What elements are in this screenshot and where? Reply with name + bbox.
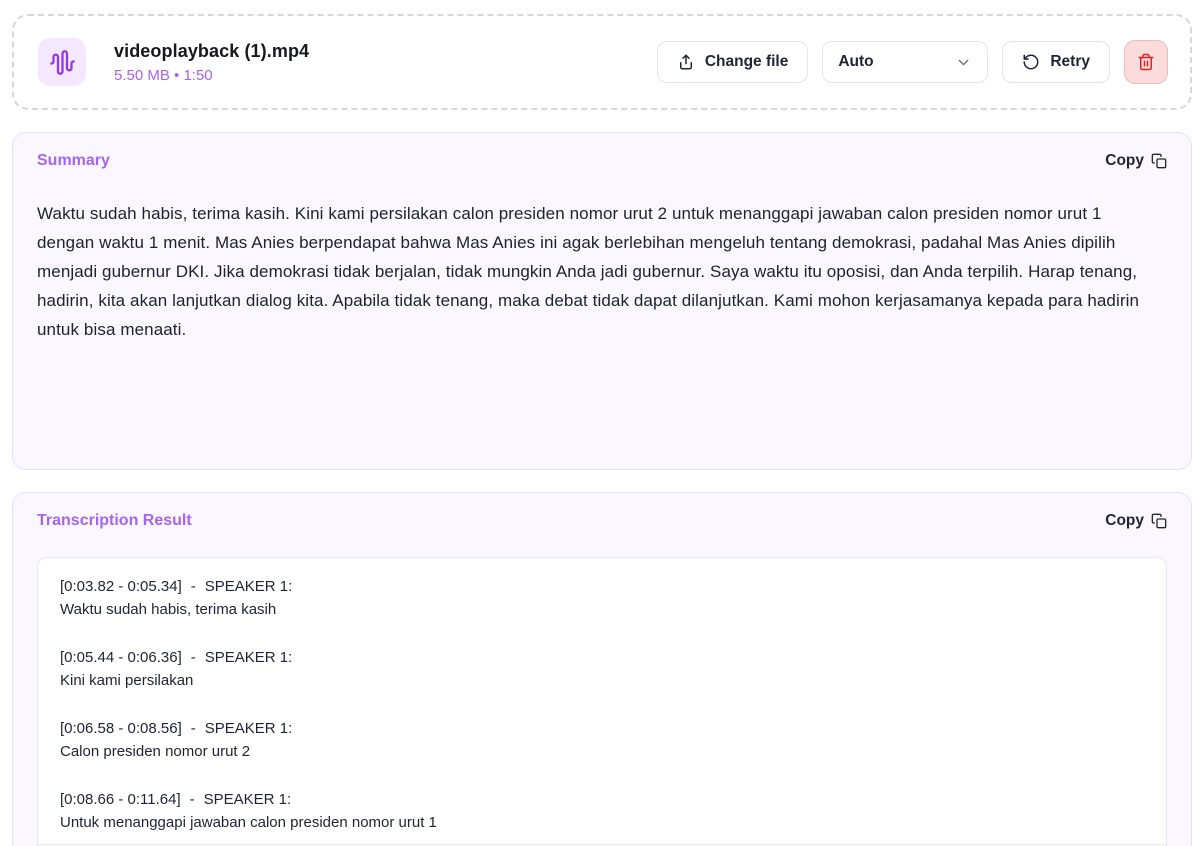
transcript-entry-header: [0:06.58 - 0:08.56]-SPEAKER 1: [60,717,1144,740]
chevron-down-icon [955,54,972,71]
transcript-entry-header: [0:03.82 - 0:05.34]-SPEAKER 1: [60,575,1144,598]
transcript-entry: [0:06.58 - 0:08.56]-SPEAKER 1: Calon pre… [60,717,1144,763]
rotate-ccw-icon [1022,53,1040,71]
upload-icon [677,53,695,71]
transcript-text: Untuk menanggapi jawaban calon presiden … [60,811,1144,834]
copy-icon [1151,153,1167,169]
file-card: videoplayback (1).mp4 5.50 MB • 1:50 Cha… [12,14,1192,110]
language-select-value: Auto [838,53,873,71]
summary-text: Waktu sudah habis, terima kasih. Kini ka… [37,199,1167,344]
transcript-box[interactable]: [0:03.82 - 0:05.34]-SPEAKER 1: Waktu sud… [37,557,1167,846]
trash-icon [1137,53,1155,71]
change-file-label: Change file [705,53,789,71]
transcript-entry: [0:03.82 - 0:05.34]-SPEAKER 1: Waktu sud… [60,575,1144,621]
transcription-header: Transcription Result Copy [37,510,1167,532]
delete-file-button[interactable] [1124,40,1168,84]
summary-copy-label: Copy [1105,152,1144,170]
transcript-speaker: SPEAKER 1: [205,649,293,666]
transcript-speaker: SPEAKER 1: [205,720,293,737]
transcript-timestamp: [0:08.66 - 0:11.64] [60,791,181,808]
transcript-text: Waktu sudah habis, terima kasih [60,598,1144,621]
transcription-title: Transcription Result [37,512,192,530]
transcript-timestamp: [0:05.44 - 0:06.36] [60,649,182,666]
summary-title: Summary [37,152,110,170]
file-actions: Change file Auto Retry [657,40,1168,84]
transcript-separator: - [191,575,196,598]
transcript-text: Calon presiden nomor urut 2 [60,740,1144,763]
file-title: videoplayback (1).mp4 [114,41,309,62]
transcription-copy-label: Copy [1105,512,1144,530]
transcription-copy-button[interactable]: Copy [1105,510,1167,532]
file-meta: 5.50 MB • 1:50 [114,67,309,84]
transcript-separator: - [190,788,195,811]
transcript-timestamp: [0:06.58 - 0:08.56] [60,720,182,737]
transcript-text: Kini kami persilakan [60,669,1144,692]
summary-card: Summary Copy Waktu sudah habis, terima k… [12,132,1192,470]
summary-header: Summary Copy [37,150,1167,172]
transcript-speaker: SPEAKER 1: [205,578,293,595]
transcript-separator: - [191,646,196,669]
retry-label: Retry [1050,53,1090,71]
language-select[interactable]: Auto [822,41,988,83]
transcript-separator: - [191,717,196,740]
audio-waveform-icon [49,49,76,76]
file-info: videoplayback (1).mp4 5.50 MB • 1:50 [114,41,309,84]
summary-copy-button[interactable]: Copy [1105,150,1167,172]
page: videoplayback (1).mp4 5.50 MB • 1:50 Cha… [0,0,1204,846]
change-file-button[interactable]: Change file [657,41,809,83]
retry-button[interactable]: Retry [1002,41,1110,83]
transcript-speaker: SPEAKER 1: [204,791,292,808]
transcription-card: Transcription Result Copy [0:03.82 - 0:0… [12,492,1192,846]
transcript-entry: [0:05.44 - 0:06.36]-SPEAKER 1: Kini kami… [60,646,1144,692]
transcript-entry: [0:08.66 - 0:11.64]-SPEAKER 1: Untuk men… [60,788,1144,834]
transcript-entry-header: [0:08.66 - 0:11.64]-SPEAKER 1: [60,788,1144,811]
copy-icon [1151,513,1167,529]
transcript-timestamp: [0:03.82 - 0:05.34] [60,578,182,595]
file-icon-box [38,38,86,86]
transcript-entry-header: [0:05.44 - 0:06.36]-SPEAKER 1: [60,646,1144,669]
